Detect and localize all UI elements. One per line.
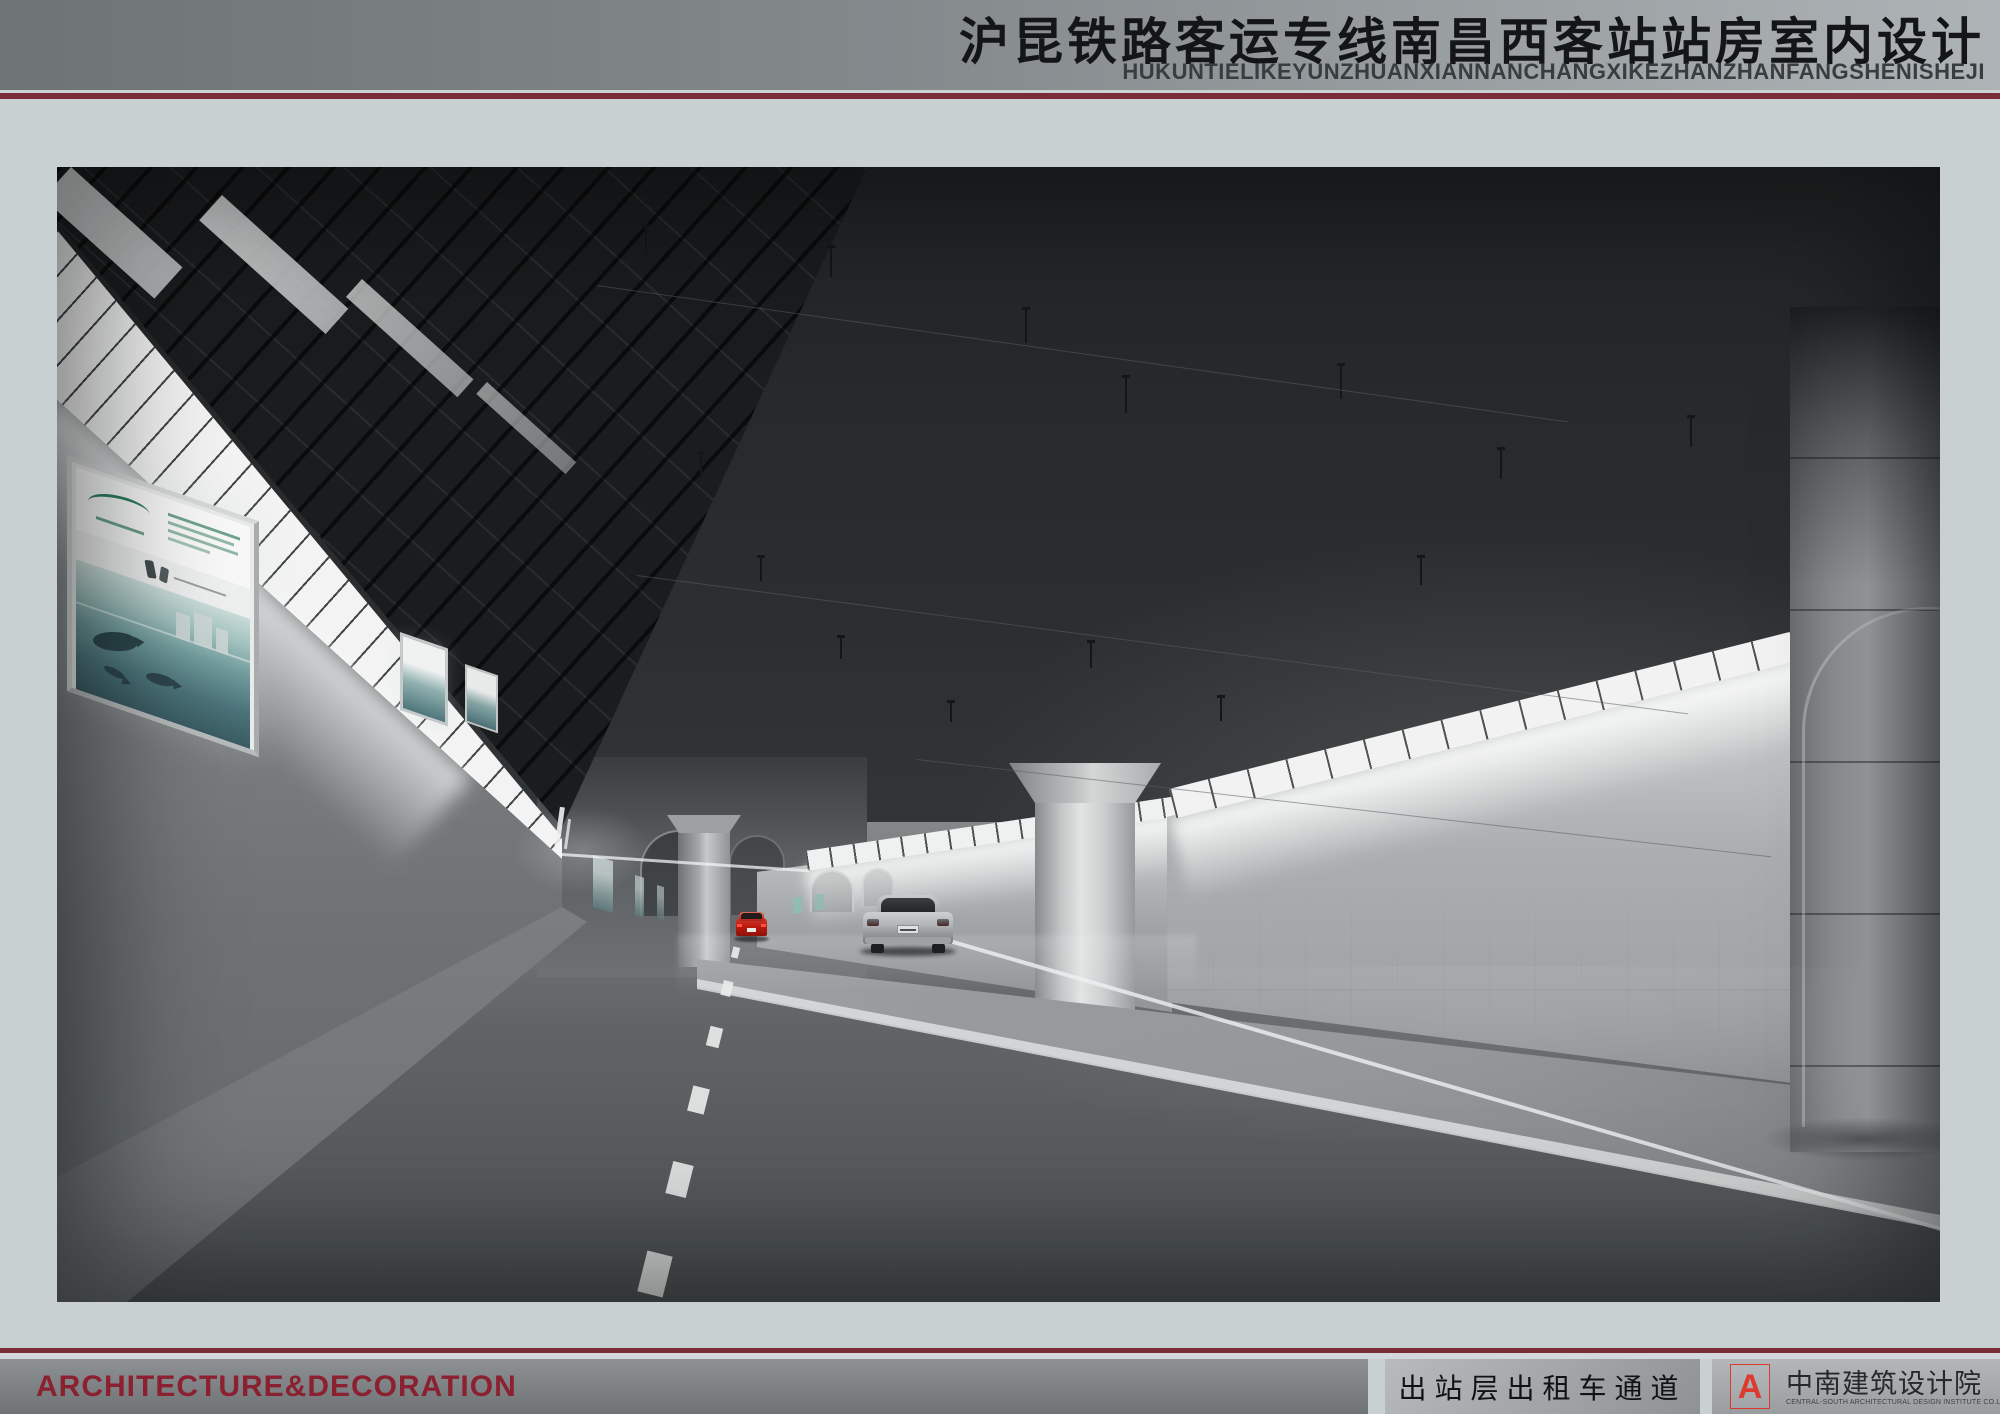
footer-brand-bar: ARCHITECTURE&DECORATION bbox=[0, 1359, 1368, 1414]
drawing-caption: 出站层出租车通道 bbox=[1398, 1367, 1686, 1407]
page-title-pinyin: HUKUNTIELIKEYUNZHUANXIANNANCHANGXIKEZHAN… bbox=[1122, 59, 1985, 85]
company-name: 中南建筑设计院 bbox=[1786, 1362, 1982, 1401]
company-name-english: CENTRAL-SOUTH ARCHITECTURAL DESIGN INSTI… bbox=[1786, 1399, 2000, 1406]
company-block: A 中南建筑设计院 CENTRAL-SOUTH ARCHITECTURAL DE… bbox=[1712, 1359, 2000, 1414]
rendering-image bbox=[57, 167, 1940, 1302]
image-vignette bbox=[57, 167, 1940, 1302]
brand-label: ARCHITECTURE&DECORATION bbox=[36, 1359, 517, 1414]
company-logo-icon: A bbox=[1738, 1370, 1763, 1404]
header: 沪昆铁路客运专线南昌西客站站房室内设计 HUKUNTIELIKEYUNZHUAN… bbox=[0, 0, 2000, 90]
drawing-caption-box: 出站层出租车通道 bbox=[1385, 1359, 1700, 1414]
company-logo: A bbox=[1730, 1364, 1770, 1409]
header-divider-maroon bbox=[0, 93, 2000, 99]
presentation-board: 沪昆铁路客运专线南昌西客站站房室内设计 HUKUNTIELIKEYUNZHUAN… bbox=[0, 0, 2000, 1414]
